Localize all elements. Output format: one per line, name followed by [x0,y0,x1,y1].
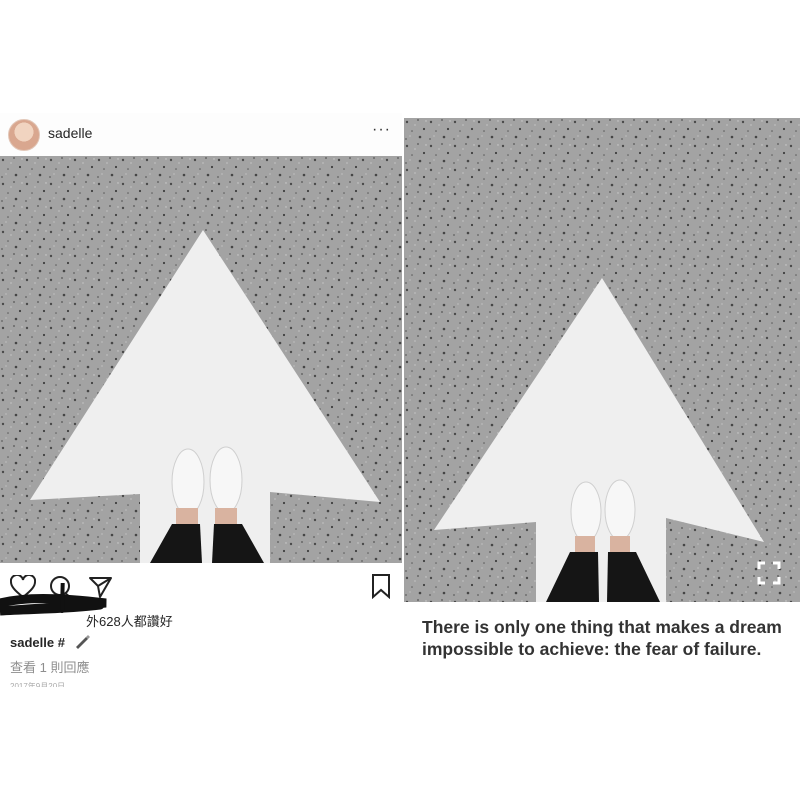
quote-text: There is only one thing that makes a dre… [422,617,782,659]
caption-tag[interactable]: # [58,635,65,650]
cropped-photo [404,118,800,602]
likes-count[interactable]: 外628人都讚好 [86,611,173,630]
post-photo[interactable] [0,156,402,563]
view-comments-link[interactable]: 查看 1 則回應 [10,657,89,676]
instagram-post: sadelle ··· 外628人都讚好 sadelle # 查看 1 則回應 … [0,113,402,703]
caption-user[interactable]: sadelle [10,635,54,650]
expand-icon[interactable] [756,560,782,591]
caption: sadelle # [10,635,65,650]
more-options-icon[interactable]: ··· [372,121,391,139]
post-header: sadelle ··· [0,113,402,158]
post-date: 2017年9月20日 [10,682,66,687]
avatar[interactable] [8,119,40,151]
username[interactable]: sadelle [48,125,92,141]
pen-icon [74,633,90,654]
bookmark-icon[interactable] [370,573,392,604]
